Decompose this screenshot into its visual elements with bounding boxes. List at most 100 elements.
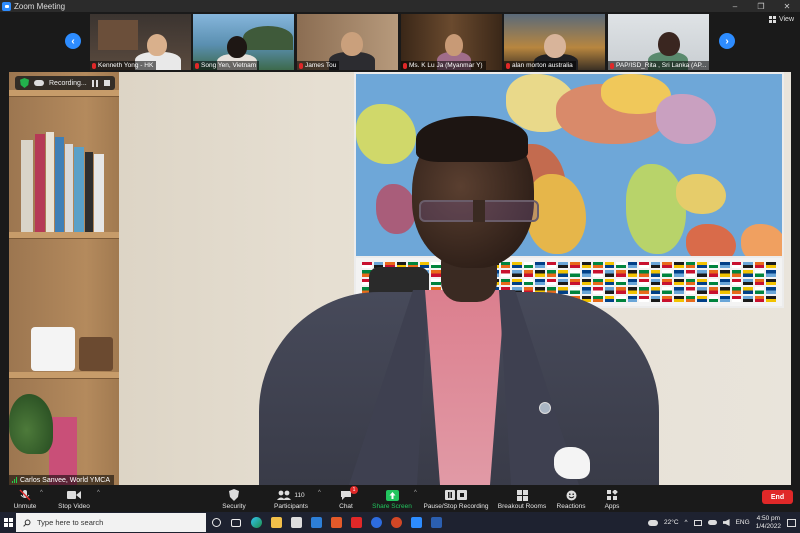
- network-icon[interactable]: [693, 519, 702, 526]
- stop-video-button[interactable]: Stop Video: [54, 485, 94, 512]
- participant-face: [658, 32, 680, 56]
- window-title: Zoom Meeting: [14, 1, 66, 11]
- chat-button[interactable]: 1 Chat: [334, 485, 358, 512]
- recording-label: Recording...: [49, 79, 87, 87]
- participant-tile[interactable]: James Tou: [297, 14, 398, 70]
- chevron-up-icon[interactable]: ^: [685, 519, 688, 526]
- participant-face: [445, 34, 463, 56]
- notifications-icon[interactable]: [787, 518, 796, 527]
- muted-mic-icon: [92, 62, 96, 69]
- volume-icon[interactable]: [722, 519, 730, 526]
- maximize-button[interactable]: ❐: [748, 0, 774, 12]
- recording-indicator: Recording...: [15, 76, 115, 90]
- pause-stop-icon: [445, 490, 467, 500]
- security-button[interactable]: Security: [218, 485, 250, 512]
- facebook-icon[interactable]: [366, 512, 386, 533]
- office-icon[interactable]: [326, 512, 346, 533]
- participant-strip: ‹ Kenneth Yong - HK Song Yen, Vietnam Ja…: [0, 12, 800, 72]
- window-controls: – ❐ ✕: [722, 0, 800, 12]
- chevron-up-icon[interactable]: ^: [414, 490, 417, 496]
- apps-icon: [606, 489, 618, 501]
- muted-mic-icon: [195, 62, 199, 69]
- participant-tile[interactable]: Ms. K Lu Ja (Myanmar Y): [401, 14, 502, 70]
- pocket-square: [554, 447, 590, 479]
- next-page-button[interactable]: ›: [719, 33, 735, 49]
- smiley-icon: [566, 489, 577, 501]
- breakout-rooms-icon: [516, 489, 528, 501]
- muted-mic-icon: [506, 62, 510, 69]
- edge-icon[interactable]: [246, 512, 266, 533]
- background-island: [243, 26, 293, 50]
- muted-mic-icon: [299, 62, 303, 69]
- taskbar-search-box[interactable]: Type here to search: [16, 513, 206, 532]
- white-box: [31, 327, 75, 371]
- stop-recording-icon[interactable]: [103, 80, 110, 86]
- close-button[interactable]: ✕: [774, 0, 800, 12]
- chevron-up-icon[interactable]: ^: [40, 490, 43, 496]
- cortana-icon[interactable]: [206, 512, 226, 533]
- active-speaker-video[interactable]: Recording... Carlos Sanvee, World YMCA: [9, 72, 791, 485]
- start-button[interactable]: [0, 512, 16, 533]
- pause-recording-icon[interactable]: [91, 79, 99, 87]
- chevron-up-icon[interactable]: ^: [318, 490, 321, 496]
- share-screen-button[interactable]: Share Screen: [371, 485, 413, 512]
- breakout-rooms-button[interactable]: Breakout Rooms: [496, 485, 548, 512]
- chevron-right-icon: ›: [725, 35, 729, 47]
- cloud-icon[interactable]: [707, 520, 717, 525]
- weather-temp[interactable]: 22°C: [664, 519, 679, 526]
- participant-name-label: Kenneth Yong - HK: [90, 61, 157, 70]
- participant-face: [341, 32, 363, 56]
- end-meeting-button[interactable]: End: [762, 490, 793, 504]
- camera-icon: [67, 489, 81, 501]
- grid-view-icon: [768, 16, 776, 23]
- file-explorer-icon[interactable]: [266, 512, 286, 533]
- windows-logo-icon: [3, 518, 13, 527]
- apps-button[interactable]: Apps: [602, 485, 622, 512]
- participant-tile[interactable]: Song Yen, Vietnam: [193, 14, 294, 70]
- view-button[interactable]: View: [768, 16, 794, 23]
- participant-face: [544, 34, 566, 58]
- store-icon[interactable]: [286, 512, 306, 533]
- participant-name-label: alan morton australia: [504, 61, 576, 70]
- meeting-toolbar: Unmute ^ Stop Video ^ Security 110 Parti…: [0, 485, 800, 512]
- participant-tile[interactable]: Kenneth Yong - HK: [90, 14, 191, 70]
- unmute-button[interactable]: Unmute: [10, 485, 40, 512]
- glasses: [419, 200, 539, 222]
- participant-face: [147, 34, 167, 56]
- participants-count: 110: [294, 491, 305, 499]
- language-indicator[interactable]: ENG: [736, 519, 750, 526]
- muted-mic-icon: [19, 489, 31, 501]
- participant-name-label: James Tou: [297, 61, 340, 70]
- pause-stop-recording-button[interactable]: Pause/Stop Recording: [422, 485, 490, 512]
- powerpoint-icon[interactable]: [386, 512, 406, 533]
- participants-icon: [277, 490, 292, 500]
- participant-face: [227, 36, 247, 58]
- clock[interactable]: 4:50 pm 1/4/2022: [756, 515, 781, 531]
- mail-icon[interactable]: [306, 512, 326, 533]
- minimize-button[interactable]: –: [722, 0, 748, 12]
- participant-name-label: Ms. K Lu Ja (Myanmar Y): [401, 61, 486, 70]
- speaker-name-label: Carlos Sanvee, World YMCA: [9, 475, 114, 485]
- youtube-icon[interactable]: [346, 512, 366, 533]
- search-icon: [23, 519, 31, 527]
- chevron-left-icon: ‹: [71, 35, 75, 47]
- weather-icon[interactable]: [648, 519, 658, 526]
- lapel-pin: [539, 402, 551, 414]
- word-icon[interactable]: [426, 512, 446, 533]
- shield-icon: [229, 489, 239, 501]
- reactions-button[interactable]: Reactions: [556, 485, 586, 512]
- participant-tile[interactable]: PAP/ISD_Rita , Sri Lanka (AP...: [608, 14, 709, 70]
- background-shelf: [98, 20, 138, 50]
- participant-name-label: PAP/ISD_Rita , Sri Lanka (AP...: [608, 61, 709, 70]
- share-screen-icon: [385, 489, 399, 501]
- chevron-up-icon[interactable]: ^: [97, 490, 100, 496]
- task-view-icon[interactable]: [226, 512, 246, 533]
- participants-button[interactable]: 110 Participants: [266, 485, 316, 512]
- zoom-window: Zoom Meeting – ❐ ✕ ‹ Kenneth Yong - HK S…: [0, 0, 800, 533]
- muted-mic-icon: [610, 62, 614, 69]
- participant-tile[interactable]: alan morton australia: [504, 14, 605, 70]
- cloud-recording-icon: [34, 80, 44, 86]
- participant-name-label: Song Yen, Vietnam: [193, 61, 260, 70]
- zoom-icon[interactable]: [406, 512, 426, 533]
- prev-page-button[interactable]: ‹: [65, 33, 81, 49]
